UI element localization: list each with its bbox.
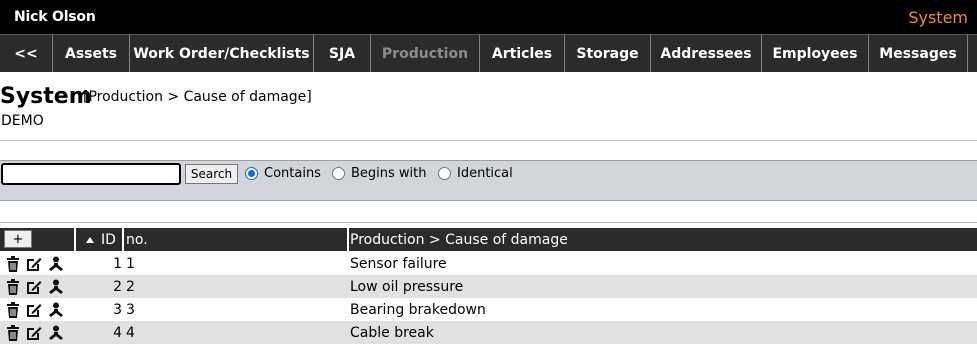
breadcrumb: [Production > Cause of damage]	[83, 89, 312, 105]
trash-icon[interactable]	[6, 324, 20, 341]
main-nav: << Assets Work Order/Checklists SJA Prod…	[0, 34, 977, 72]
user-name[interactable]: Nick Olson	[14, 9, 96, 25]
no-header[interactable]: no.	[126, 228, 148, 251]
id-header-label: ID	[101, 231, 116, 248]
nav-production[interactable]: Production	[371, 35, 480, 72]
cell-description: Bearing brakedown	[350, 301, 486, 318]
table-row[interactable]: 1 1 Sensor failure	[0, 252, 977, 275]
divider	[0, 222, 977, 223]
radio-label: Contains	[264, 166, 321, 181]
table-row[interactable]: 3 3 Bearing brakedown	[0, 298, 977, 321]
cell-id: 2	[113, 278, 122, 295]
divider	[0, 140, 977, 141]
row-actions	[6, 275, 64, 298]
nav-back[interactable]: <<	[0, 35, 53, 72]
edit-icon[interactable]	[26, 302, 42, 318]
nav-articles[interactable]: Articles	[480, 35, 565, 72]
radio-label: Identical	[457, 166, 513, 181]
cell-description: Low oil pressure	[350, 278, 464, 295]
cell-id: 3	[113, 301, 122, 318]
radio-identical[interactable]: Identical	[438, 166, 513, 181]
sort-up-icon	[86, 236, 94, 243]
top-bar: Nick Olson System	[0, 0, 977, 34]
sort-id-header[interactable]: ID	[86, 228, 116, 251]
radio-contains[interactable]: Contains	[245, 166, 321, 181]
nav-assets[interactable]: Assets	[53, 35, 130, 72]
page-subtitle: DEMO	[1, 113, 44, 129]
nav-addressees[interactable]: Addressees	[651, 35, 762, 72]
edit-icon[interactable]	[26, 279, 42, 295]
nav-work-order-checklists[interactable]: Work Order/Checklists	[130, 35, 314, 72]
radio-unchecked-icon[interactable]	[332, 167, 345, 180]
cell-description: Sensor failure	[350, 255, 447, 272]
cell-no: 1	[126, 255, 135, 272]
search-input[interactable]	[1, 163, 181, 185]
trash-icon[interactable]	[6, 255, 20, 272]
column-separator	[74, 228, 76, 251]
edit-icon[interactable]	[26, 256, 42, 272]
brand-label: System	[908, 7, 968, 27]
cell-id: 1	[113, 255, 122, 272]
trash-icon[interactable]	[6, 301, 20, 318]
table-header: + ID no. Production > Cause of damage	[0, 228, 977, 251]
radio-unchecked-icon[interactable]	[438, 167, 451, 180]
row-actions	[6, 252, 64, 275]
nav-messages[interactable]: Messages	[869, 35, 968, 72]
add-button[interactable]: +	[4, 230, 32, 248]
user-assign-icon[interactable]	[48, 256, 64, 272]
cell-no: 2	[126, 278, 135, 295]
edit-icon[interactable]	[26, 325, 42, 341]
column-separator	[122, 228, 124, 251]
search-bar: Search Contains Begins with Identical	[0, 160, 977, 201]
user-assign-icon[interactable]	[48, 279, 64, 295]
row-actions	[6, 298, 64, 321]
nav-sja[interactable]: SJA	[314, 35, 371, 72]
column-separator	[347, 228, 349, 251]
page-title: System	[0, 84, 92, 109]
nav-employees[interactable]: Employees	[762, 35, 869, 72]
radio-checked-icon[interactable]	[245, 167, 258, 180]
trash-icon[interactable]	[6, 278, 20, 295]
search-button[interactable]: Search	[185, 164, 238, 184]
user-assign-icon[interactable]	[48, 325, 64, 341]
desc-header[interactable]: Production > Cause of damage	[350, 228, 568, 251]
radio-label: Begins with	[351, 166, 427, 181]
nav-storage[interactable]: Storage	[565, 35, 651, 72]
radio-begins-with[interactable]: Begins with	[332, 166, 427, 181]
cell-no: 3	[126, 301, 135, 318]
user-assign-icon[interactable]	[48, 302, 64, 318]
table-row[interactable]: 2 2 Low oil pressure	[0, 275, 977, 298]
